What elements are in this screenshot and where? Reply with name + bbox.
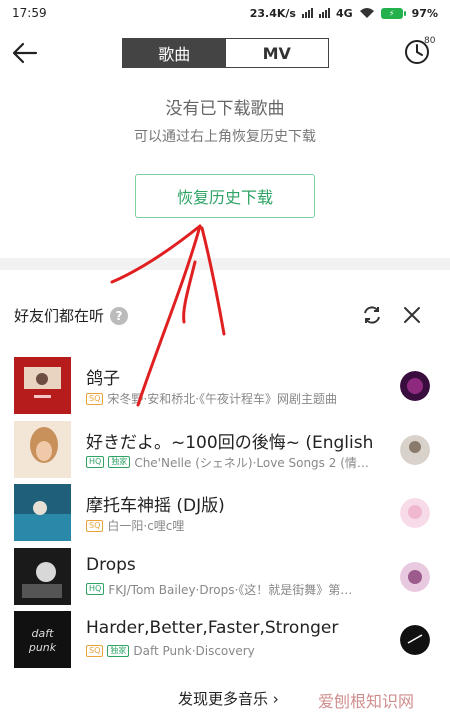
status-indicators: 23.4K/s 4G ⚡ 97% [250,7,438,20]
quality-badge: SQ [86,392,104,405]
exclusive-badge: 独家 [107,645,130,657]
song-title: 鸽子 [86,369,120,389]
empty-subtitle: 可以通过右上角恢复历史下载 [134,129,316,145]
song-artist-album: 宋冬野·安和桥北·《午夜计程车》网剧主题曲 [107,392,338,406]
friends-section-header: 好友们都在听 ? [14,305,129,326]
restore-history-button[interactable]: 恢复历史下载 [135,174,315,218]
album-cover[interactable] [14,357,71,414]
tab-mv[interactable]: MV [225,39,328,67]
song-list: 鸽子 SQ 宋冬野·安和桥北·《午夜计程车》网剧主题曲 好きだよ。~100回の後… [0,354,450,672]
friend-avatar[interactable] [400,434,430,465]
battery-level: 97% [411,6,438,20]
song-row[interactable]: 好きだよ。~100回の後悔~ (English HQ 独家 Che'Nelle … [0,418,450,482]
friend-avatar[interactable] [400,625,430,655]
segmented-tabs: 歌曲 MV [122,38,329,68]
song-title: Harder,Better,Faster,Stronger [86,618,339,638]
song-row[interactable]: Drops HQ FKJ/Tom Bailey·Drops·《这！就是街舞》第… [0,545,450,609]
svg-text:punk: punk [28,641,57,654]
quality-badge: HQ [86,583,105,595]
discover-more-link[interactable]: 发现更多音乐 › [178,688,279,709]
timer-badge: 80 [424,36,436,46]
svg-text:daft: daft [32,627,55,640]
song-row[interactable]: 鸽子 SQ 宋冬野·安和桥北·《午夜计程车》网剧主题曲 [0,354,450,418]
help-icon[interactable]: ? [110,306,129,325]
section-divider [0,258,450,270]
song-title: Drops [86,554,136,575]
signal-icon [301,8,313,18]
friend-avatar[interactable] [400,498,430,528]
wifi-icon [359,8,374,18]
network-speed: 23.4K/s [249,6,296,20]
status-time: 17:59 [12,6,47,20]
status-bar: 17:59 23.4K/s 4G ⚡ 97% [0,0,450,26]
friend-avatar[interactable] [400,371,430,401]
song-artist-album: FKJ/Tom Bailey·Drops·《这！就是街舞》第… [108,582,353,597]
friend-avatar[interactable] [400,561,430,592]
back-button[interactable] [8,36,42,70]
network-type: 4G [335,6,353,20]
header: 歌曲 MV 80 [0,30,450,76]
close-section-button[interactable] [400,303,424,327]
signal-icon-2 [318,8,330,18]
song-meta: HQ FKJ/Tom Bailey·Drops·《这！就是街舞》第… [86,581,388,598]
song-meta: SQ 白一阳·c哩c哩 [86,517,388,534]
song-meta: HQ 独家 Che'Nelle (シェネル)·Love Songs 2 (情… [86,454,388,471]
exclusive-badge: 独家 [108,456,131,468]
tab-songs[interactable]: 歌曲 [123,39,226,67]
song-meta: SQ 宋冬野·安和桥北·《午夜计程车》网剧主题曲 [86,390,388,407]
song-meta: SQ 独家 Daft Punk·Discovery [86,644,388,658]
song-title: 好きだよ。~100回の後悔~ (English [86,432,374,453]
empty-title: 没有已下载歌曲 [165,99,285,119]
song-title: 摩托车神摇 (DJ版) [86,496,225,516]
back-arrow-icon [12,42,38,64]
quality-badge: SQ [86,519,104,532]
album-cover[interactable]: daftpunk [14,611,71,668]
friends-section-title: 好友们都在听 [14,307,105,325]
album-cover[interactable] [14,420,71,478]
refresh-button[interactable] [360,303,384,327]
album-cover[interactable] [14,484,71,541]
quality-badge: HQ [86,456,105,468]
song-artist-album: 白一阳·c哩c哩 [107,519,185,533]
song-artist-album: Che'Nelle (シェネル)·Love Songs 2 (情… [134,455,369,470]
album-cover[interactable] [14,547,71,605]
song-row[interactable]: daft punk Harder,Better,Faster,Stronger S… [0,608,450,672]
quality-badge: SQ [86,645,104,657]
battery-icon: ⚡ [380,7,406,19]
song-row[interactable]: 摩托车神摇 (DJ版) SQ 白一阳·c哩c哩 [0,481,450,545]
watermark: 爱刨根知识网 [318,692,415,711]
song-artist-album: Daft Punk·Discovery [133,644,255,658]
close-icon [404,307,420,323]
refresh-icon [364,306,380,324]
